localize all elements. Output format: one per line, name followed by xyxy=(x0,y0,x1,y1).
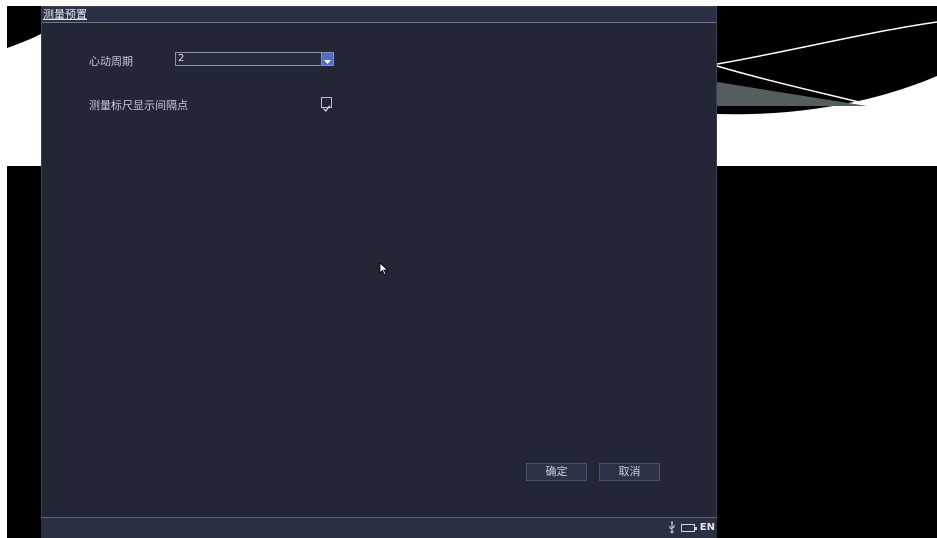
cancel-button[interactable]: 取消 xyxy=(599,463,660,481)
caliper-interval-checkbox[interactable] xyxy=(321,97,332,112)
heart-cycle-select[interactable]: 2 xyxy=(175,52,334,66)
status-icons: EN xyxy=(668,521,715,535)
usb-icon xyxy=(669,521,675,534)
chevron-down-icon[interactable] xyxy=(321,53,333,65)
check-icon xyxy=(323,105,331,112)
ok-button[interactable]: 确定 xyxy=(526,463,587,481)
language-indicator: EN xyxy=(699,522,715,533)
heart-cycle-label: 心动周期 xyxy=(89,55,133,68)
mouse-pointer-icon xyxy=(379,262,389,276)
status-bar: EN xyxy=(41,517,717,538)
heart-cycle-value: 2 xyxy=(178,53,185,64)
battery-icon xyxy=(680,524,697,532)
screen: 测量预置 心动周期 2 测量标尺显示间隔点 确定 取消 EN xyxy=(0,0,937,538)
dialog-titlebar: 测量预置 xyxy=(42,7,716,23)
caliper-interval-label: 测量标尺显示间隔点 xyxy=(89,99,188,112)
dialog-title: 测量预置 xyxy=(43,8,87,21)
